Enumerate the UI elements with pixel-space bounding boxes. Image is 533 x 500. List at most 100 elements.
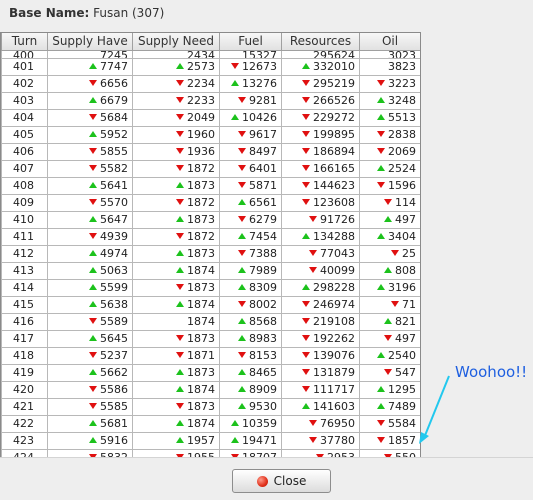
table-row[interactable]: 411 4939 1872 7454 134288 3404 [1, 227, 421, 246]
table-row[interactable]: 416 5589 1874 8568 219108 821 [1, 312, 421, 331]
column-header-oil[interactable]: Oil [359, 33, 421, 51]
increase-arrow-icon [176, 437, 184, 443]
cell-value: 4939 [100, 230, 128, 243]
cell-value: 5513 [388, 111, 416, 124]
table-cell: 12673 [219, 57, 282, 76]
table-row[interactable]: 408 5641 1873 5871 144623 1596 [1, 176, 421, 195]
decrease-arrow-icon [176, 148, 184, 154]
increase-arrow-icon [89, 182, 97, 188]
table-row[interactable]: 422 5681 1874 10359 76950 5584 [1, 414, 421, 433]
cell-value: 5585 [100, 400, 128, 413]
table-row[interactable]: 415 5638 1874 8002 246974 71 [1, 295, 421, 314]
table-cell: 186894 [281, 142, 360, 161]
table-cell: 406 [1, 142, 48, 161]
table-row[interactable]: 423 5916 1957 19471 37780 1857 [1, 431, 421, 450]
increase-arrow-icon [238, 233, 246, 239]
table-cell: 7989 [219, 261, 282, 280]
increase-arrow-icon [238, 403, 246, 409]
cell-value: 144623 [313, 179, 355, 192]
column-header-supply-have[interactable]: Supply Have [47, 33, 133, 51]
table-row[interactable]: 418 5237 1871 8153 139076 2540 [1, 346, 421, 365]
table-cell: 2524 [359, 159, 421, 178]
table-cell: 8983 [219, 329, 282, 348]
table-row[interactable]: 421 5585 1873 9530 141603 7489 [1, 397, 421, 416]
table-header-row: Turn Supply Have Supply Need Fuel Resour… [1, 33, 421, 51]
cell-value: 37780 [320, 434, 355, 447]
decrease-arrow-icon [238, 301, 246, 307]
column-header-turn[interactable]: Turn [1, 33, 48, 51]
table-cell: 5237 [47, 346, 133, 365]
table-row[interactable]: 412 4974 1873 7388 77043 25 [1, 244, 421, 263]
decrease-arrow-icon [391, 250, 399, 256]
cell-value: 123608 [313, 196, 355, 209]
table-cell: 246974 [281, 295, 360, 314]
decrease-arrow-icon [309, 250, 317, 256]
table-cell: 1873 [132, 210, 220, 229]
cell-value: 497 [395, 332, 416, 345]
table-row[interactable]: 410 5647 1873 6279 91726 497 [1, 210, 421, 229]
table-row[interactable]: 404 5684 2049 10426 229272 5513 [1, 108, 421, 127]
decrease-arrow-icon [302, 301, 310, 307]
table-row[interactable]: 420 5586 1874 8909 111717 1295 [1, 380, 421, 399]
column-header-supply-need[interactable]: Supply Need [132, 33, 220, 51]
turn-history-table[interactable]: Turn Supply Have Supply Need Fuel Resour… [0, 32, 421, 457]
decrease-arrow-icon [377, 420, 385, 426]
cell-value: 5645 [100, 332, 128, 345]
table-row[interactable]: 409 5570 1872 6561 123608 114 [1, 193, 421, 212]
table-cell: 410 [1, 210, 48, 229]
decrease-arrow-icon [176, 165, 184, 171]
column-header-fuel[interactable]: Fuel [219, 33, 282, 51]
cell-value: 12673 [242, 60, 277, 73]
cell-value: 5662 [100, 366, 128, 379]
decrease-arrow-icon [238, 97, 246, 103]
decrease-arrow-icon [309, 216, 317, 222]
table-row[interactable]: 402 6656 2234 13276 295219 3223 [1, 74, 421, 93]
base-name-label: Base Name: [9, 6, 90, 20]
table-cell: 4974 [47, 244, 133, 263]
cell-value: 2573 [187, 60, 215, 73]
cell-value: 186894 [313, 145, 355, 158]
cell-value: 8909 [249, 383, 277, 396]
table-row[interactable]: 417 5645 1873 8983 192262 497 [1, 329, 421, 348]
table-cell: 401 [1, 57, 48, 76]
table-cell: 1873 [132, 244, 220, 263]
cell-value: 114 [395, 196, 416, 209]
cell-value: 1857 [388, 434, 416, 447]
decrease-arrow-icon [384, 199, 392, 205]
cell-value: 6656 [100, 77, 128, 90]
increase-arrow-icon [176, 250, 184, 256]
increase-arrow-icon [176, 216, 184, 222]
table-row[interactable]: 405 5952 1960 9617 199895 2838 [1, 125, 421, 144]
table-row[interactable]: 403 6679 2233 9281 266526 3248 [1, 91, 421, 110]
table-row[interactable]: 406 5855 1936 8497 186894 2069 [1, 142, 421, 161]
cell-value: 7454 [249, 230, 277, 243]
cell-value: 1957 [187, 434, 215, 447]
decrease-arrow-icon [89, 233, 97, 239]
table-cell: 407 [1, 159, 48, 178]
cell-value: 9281 [249, 94, 277, 107]
table-cell: 4939 [47, 227, 133, 246]
table-cell: 192262 [281, 329, 360, 348]
table-cell: 219108 [281, 312, 360, 331]
cell-value: 6401 [249, 162, 277, 175]
table-cell: 411 [1, 227, 48, 246]
increase-arrow-icon [238, 199, 246, 205]
table-cell: 2233 [132, 91, 220, 110]
decrease-arrow-icon [309, 420, 317, 426]
table-row[interactable]: 414 5599 1873 8309 298228 3196 [1, 278, 421, 297]
table-row[interactable]: 419 5662 1873 8465 131879 547 [1, 363, 421, 382]
cell-value: 8309 [249, 281, 277, 294]
cell-value: 1873 [187, 366, 215, 379]
close-button[interactable]: Close [232, 469, 331, 493]
decrease-arrow-icon [302, 114, 310, 120]
increase-arrow-icon [302, 233, 310, 239]
table-row[interactable]: 401 7747 2573 12673 332010 3823 [1, 57, 421, 76]
table-row[interactable]: 413 5063 1874 7989 40099 808 [1, 261, 421, 280]
table-row[interactable]: 42458321955187072953550 [1, 448, 421, 457]
table-row[interactable]: 407 5582 1872 6401 166165 2524 [1, 159, 421, 178]
cell-value: 199895 [313, 128, 355, 141]
column-header-resources[interactable]: Resources [281, 33, 360, 51]
table-cell: 1874 [132, 414, 220, 433]
increase-arrow-icon [384, 216, 392, 222]
table-row-partial[interactable]: 400 7245 2434 15327 295624 3023 [1, 49, 421, 59]
